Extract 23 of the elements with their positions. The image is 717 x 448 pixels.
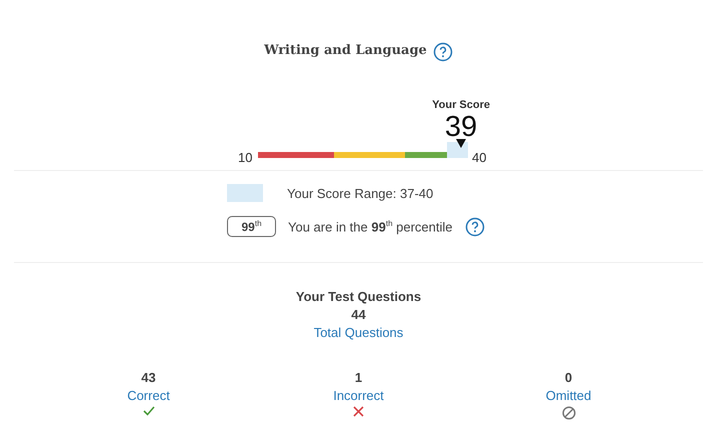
category-link[interactable]: Incorrect (333, 388, 384, 403)
score-range-text: Your Score Range: 37-40 (287, 186, 434, 200)
percentile-text: You are in the 99$^{th}$ percentile (288, 218, 452, 234)
count: 0 (564, 370, 572, 385)
cross-icon (353, 406, 364, 417)
check-icon (142, 406, 154, 416)
help-icon[interactable] (464, 216, 484, 236)
count: 43 (141, 370, 156, 385)
range-swatch (227, 184, 263, 202)
help-icon[interactable] (432, 42, 453, 62)
category-link[interactable]: Correct (127, 388, 170, 403)
section-title: Writing and Language (264, 42, 427, 58)
questions-title: Your Test Questions (296, 289, 422, 304)
score-value: 39 (444, 111, 478, 143)
total-count: 44 (351, 307, 366, 322)
omitted-icon (562, 406, 576, 420)
scale-max: 40 (472, 150, 486, 165)
scale-min: 10 (238, 150, 252, 165)
total-questions-link[interactable]: Total Questions (314, 325, 404, 340)
count: 1 (354, 370, 362, 385)
category-link[interactable]: Omitted (546, 388, 592, 403)
percentile-badge: 99$^{th}$ (227, 216, 276, 237)
score-label: Your Score (432, 99, 490, 111)
